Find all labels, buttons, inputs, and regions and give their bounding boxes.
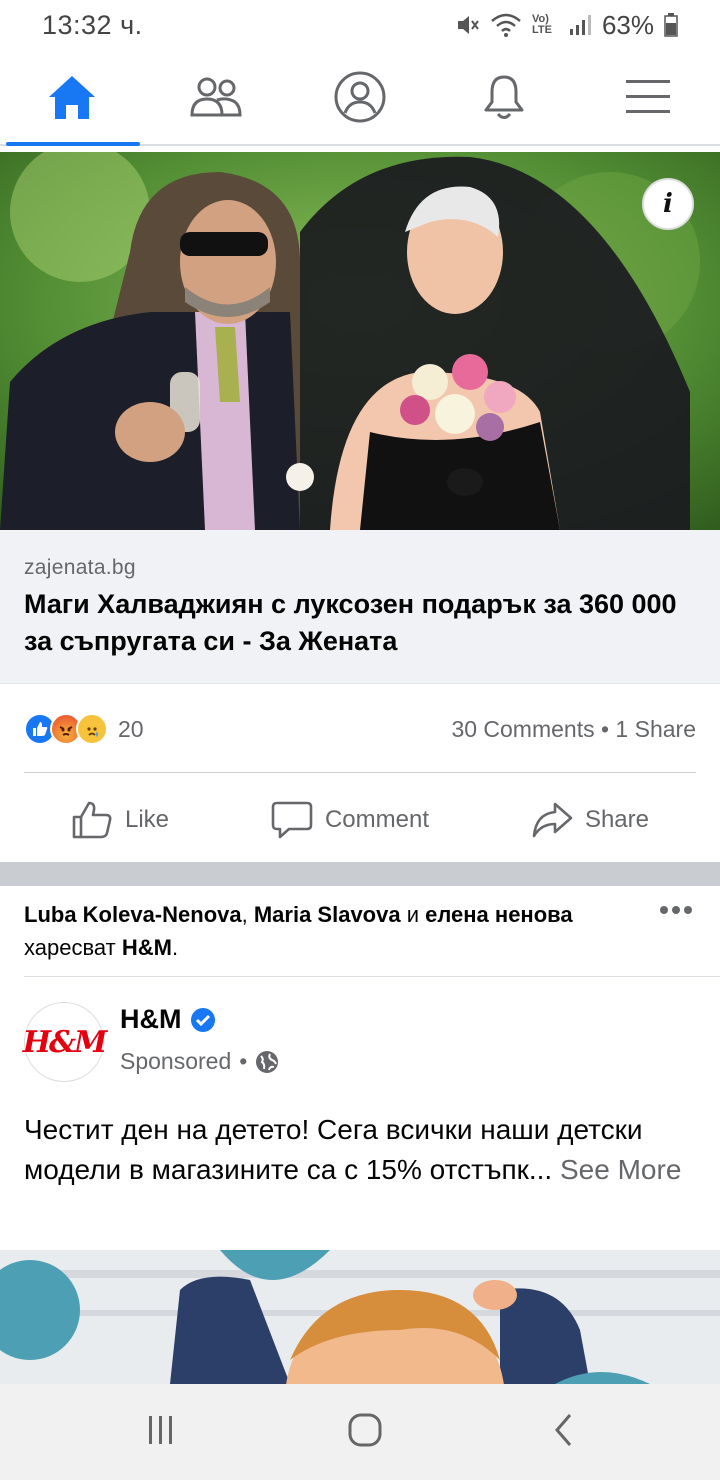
dot [684,906,692,914]
home-icon [49,76,95,119]
period: . [171,935,179,960]
wifi-icon [490,12,522,38]
ad-body-text: Честит ден на детето! Сега всички наши д… [24,1110,684,1190]
info-icon: i [663,189,673,219]
likes-text: харесват [24,935,122,960]
more-options-icon[interactable] [660,906,692,914]
recent-apps-icon[interactable] [144,1413,178,1452]
sad-reaction-icon [76,713,108,745]
dot [660,906,668,914]
mute-icon [454,12,480,38]
profile-icon [334,71,386,123]
reaction-count: 20 [118,715,144,742]
status-time: 13:32 ч. [42,9,143,40]
sponsored-label[interactable]: Sponsored [120,1048,231,1075]
status-icons: Vo) LTE 63% [454,10,678,41]
status-bar: 13:32 ч. Vo) LTE 63% [0,0,720,50]
ad-image[interactable] [0,1250,720,1384]
verified-badge-icon [190,1007,215,1032]
reaction-icons[interactable]: 20 [24,713,144,745]
feed-separator [0,862,720,886]
comment-button[interactable]: Comment [271,800,429,840]
post-actions: Like Comment Share [0,778,720,862]
divider [24,976,720,977]
comment-label: Comment [324,806,429,833]
separator: и [400,902,426,927]
page-avatar[interactable]: H&M [22,1002,108,1082]
home-circle-icon[interactable] [347,1412,383,1453]
tab-menu[interactable] [576,50,720,144]
notifications-icon [484,75,524,119]
menu-icon [626,80,670,113]
like-icon [72,801,112,839]
like-label: Like [124,806,169,833]
battery-icon [664,13,678,37]
signal-icon [568,13,592,37]
battery-percent: 63% [601,9,654,40]
ad-body: Честит ден на детето! Сега всички наши д… [24,1114,643,1185]
info-button[interactable]: i [642,178,694,230]
share-icon [532,802,573,838]
page-name[interactable]: H&M [120,1004,216,1035]
separator: , [241,902,254,927]
comments-share-count[interactable]: 30 Comments • 1 Share [451,716,696,743]
divider [24,772,696,773]
liked-page-name[interactable]: H&M [122,935,172,960]
comment-icon [271,801,313,839]
child-photo [0,1250,720,1384]
android-navigation-bar [0,1384,720,1480]
tab-friends[interactable] [144,50,288,144]
hm-logo: H&M [22,1024,108,1060]
link-title: Маги Халваджиян с луксозен подарък за 36… [24,589,677,656]
ad-header: H&M H&M Sponsored • [22,1002,704,1084]
friends-icon [190,77,242,117]
page-name-text: H&M [120,1004,182,1034]
tab-profile[interactable] [288,50,432,144]
friend-name-3[interactable]: елена ненова [425,902,573,927]
globe-icon [256,1050,279,1073]
tab-notifications[interactable] [432,50,576,144]
link-preview-box[interactable]: zajenata.bg Маги Халваджиян с луксозен п… [0,530,720,684]
dot [672,906,680,914]
meta-separator: • [239,1048,248,1074]
see-more-link[interactable]: See More [560,1154,681,1185]
link-preview-image[interactable]: i [0,152,720,530]
reactions-summary: 20 30 Comments • 1 Share [24,706,696,752]
link-domain: zajenata.bg [24,556,136,579]
back-icon[interactable] [552,1412,576,1453]
top-navigation [0,50,720,146]
post-meta: Sponsored • [120,1048,279,1075]
friend-name-2[interactable]: Maria Slavova [254,902,401,927]
social-context: Luba Koleva-Nenova, Maria Slavova и елен… [24,898,634,964]
friend-name-1[interactable]: Luba Koleva-Nenova [24,902,242,927]
wedding-photo [0,152,720,530]
tab-home[interactable] [0,50,144,146]
share-button[interactable]: Share [531,800,649,840]
lte-label: Vo) LTE [531,13,552,36]
share-label: Share [584,806,649,833]
like-button[interactable]: Like [71,800,169,840]
